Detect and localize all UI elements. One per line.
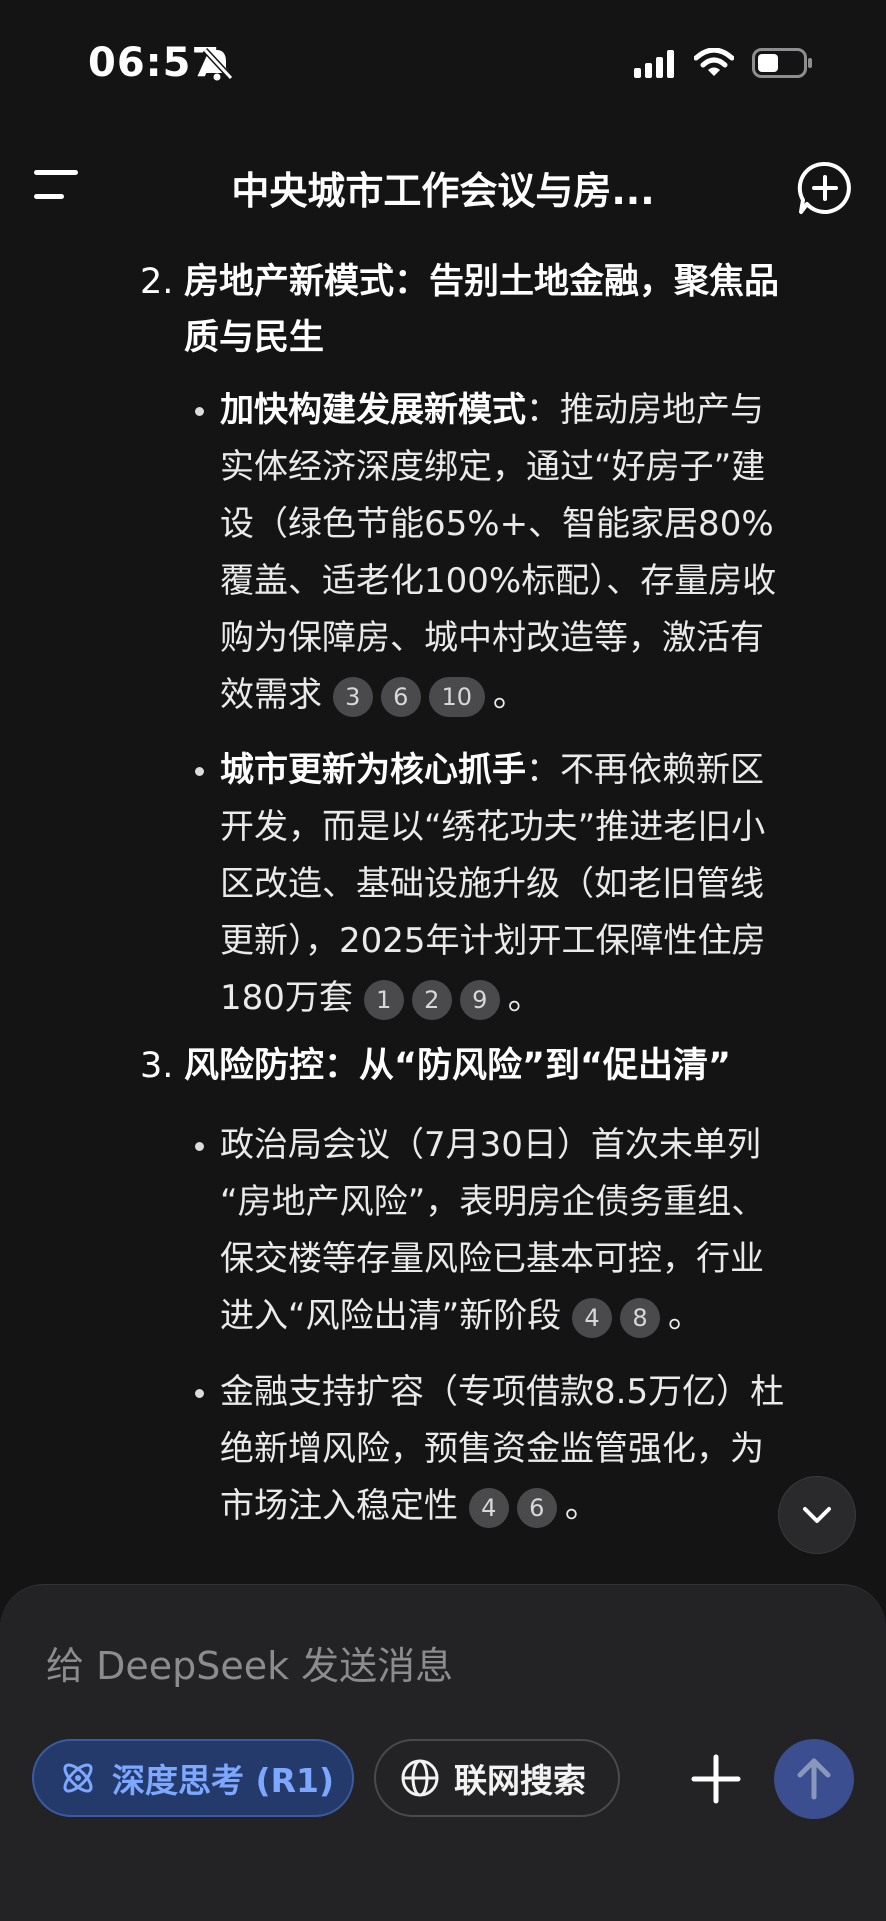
- bullet-text: ：不再依赖新区: [526, 750, 764, 790]
- citation-badge[interactable]: 4: [468, 1487, 509, 1528]
- bullet-end: 。: [668, 1296, 703, 1336]
- section-heading-line: 风险防控：从“防风险”到“促出清”: [184, 1046, 732, 1086]
- citation-badge[interactable]: 1: [363, 979, 404, 1020]
- wifi-icon: [694, 48, 734, 76]
- send-button[interactable]: [774, 1739, 854, 1819]
- citation-badge[interactable]: 2: [411, 979, 452, 1020]
- bullet-text: 180万套: [220, 978, 353, 1018]
- cellular-signal-icon: [634, 50, 674, 78]
- bullet-dot: [195, 1389, 204, 1398]
- bullet-end: 。: [492, 675, 527, 715]
- bullet-text: ：推动房地产与: [526, 390, 764, 430]
- web-search-toggle[interactable]: 联网搜索: [374, 1739, 620, 1817]
- bullet-text: 保交楼等存量风险已基本可控，行业: [220, 1239, 764, 1279]
- bullet-dot: [195, 767, 204, 776]
- bullet-text: 金融支持扩容（专项借款8.5万亿）杜: [220, 1372, 785, 1412]
- list-number-2: 2.: [140, 262, 174, 302]
- list-number-3: 3.: [140, 1046, 174, 1086]
- bullet-item: 城市更新为核心抓手：不再依赖新区 开发，而是以“绣花功夫”推进老旧小 区改造、基…: [220, 742, 860, 1027]
- bullet-text: 购为保障房、城中村改造等，激活有: [220, 618, 764, 658]
- bullet-text: 设（绿色节能65%+、智能家居80%: [220, 504, 774, 544]
- chat-header: 中央城市工作会议与房...: [0, 140, 886, 230]
- status-bar: 06:57: [0, 0, 886, 130]
- bullet-item: 加快构建发展新模式：推动房地产与 实体经济深度绑定，通过“好房子”建 设（绿色节…: [220, 382, 860, 724]
- citation-badge[interactable]: 6: [516, 1487, 557, 1528]
- chevron-down-icon: [803, 1507, 831, 1523]
- bullet-item: 金融支持扩容（专项借款8.5万亿）杜 绝新增风险，预售资金监管强化，为 市场注入…: [220, 1364, 860, 1535]
- scroll-to-bottom-button[interactable]: [778, 1476, 856, 1554]
- silent-bell-icon: [202, 47, 234, 81]
- message-input[interactable]: 给 DeepSeek 发送消息: [46, 1635, 453, 1690]
- citation-badge[interactable]: 9: [459, 979, 500, 1020]
- section-heading-line: 质与民生: [184, 318, 325, 358]
- bullet-text: 进入“风险出清”新阶段: [220, 1296, 562, 1336]
- bullet-text: 覆盖、适老化100%标配）、存量房收: [220, 561, 777, 601]
- citation-badge[interactable]: 4: [572, 1297, 613, 1338]
- plus-icon[interactable]: [690, 1753, 742, 1805]
- section-heading-line: 房地产新模式：告别土地金融，聚焦品: [184, 262, 780, 302]
- bullet-bold-label: 城市更新为核心抓手: [220, 750, 526, 790]
- bullet-end: 。: [564, 1486, 599, 1526]
- web-search-label: 联网搜索: [454, 1761, 586, 1800]
- chat-title[interactable]: 中央城市工作会议与房...: [160, 160, 726, 215]
- citation-badge[interactable]: 8: [620, 1297, 661, 1338]
- bullet-item: 政治局会议（7月30日）首次未单列 “房地产风险”，表明房企债务重组、 保交楼等…: [220, 1117, 860, 1345]
- bullet-dot: [195, 1142, 204, 1151]
- bullet-text: 效需求: [220, 675, 322, 715]
- bullet-bold-label: 加快构建发展新模式: [220, 390, 526, 430]
- new-chat-icon[interactable]: [797, 160, 853, 216]
- deep-think-toggle[interactable]: 深度思考 (R1): [32, 1739, 354, 1817]
- deep-think-label: 深度思考 (R1): [112, 1761, 335, 1800]
- message-composer: 给 DeepSeek 发送消息 深度思考 (R1) 联网搜索: [0, 1584, 886, 1921]
- bullet-text: 区改造、基础设施升级（如老旧管线: [220, 864, 764, 904]
- globe-icon: [401, 1759, 439, 1797]
- bullet-dot: [195, 407, 204, 416]
- bullet-text: 市场注入稳定性: [220, 1486, 458, 1526]
- bullet-text: 更新），2025年计划开工保障性住房: [220, 921, 766, 961]
- bullet-end: 。: [507, 978, 542, 1018]
- citation-badge[interactable]: 3: [332, 676, 373, 717]
- bullet-text: 政治局会议（7月30日）首次未单列: [220, 1125, 761, 1165]
- menu-icon[interactable]: [30, 164, 82, 204]
- bullet-text: 开发，而是以“绣花功夫”推进老旧小: [220, 807, 766, 847]
- arrow-up-icon: [797, 1758, 831, 1800]
- battery-icon: [752, 48, 812, 78]
- bullet-text: 绝新增风险，预售资金监管强化，为: [220, 1429, 764, 1469]
- citation-badge[interactable]: 10: [428, 676, 485, 717]
- atom-icon: [63, 1763, 93, 1793]
- bullet-text: 实体经济深度绑定，通过“好房子”建: [220, 447, 766, 487]
- bullet-text: “房地产风险”，表明房企债务重组、: [220, 1182, 766, 1222]
- citation-badge[interactable]: 6: [380, 676, 421, 717]
